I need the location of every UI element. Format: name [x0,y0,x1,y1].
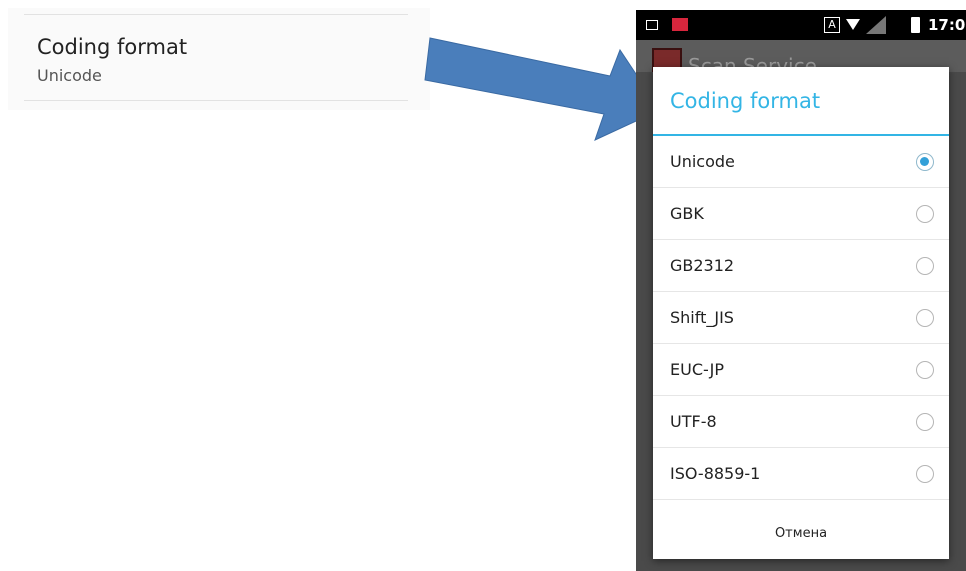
phone-screen: A 17:07 Scan Service Coding format Unico… [636,10,966,571]
status-bar: A 17:07 [636,10,966,40]
arrow-shape [424,37,661,141]
status-time: 17:07 [928,16,966,34]
arrow-right-icon [424,37,661,141]
option-utf-8[interactable]: UTF-8 [653,396,949,448]
barcode-notification-icon [672,18,688,31]
option-label: Unicode [670,152,735,171]
encoding-options-list: Unicode GBK GB2312 Shift_JIS EUC-JP UTF-… [653,136,949,500]
option-label: GB2312 [670,256,735,275]
option-iso-8859-1[interactable]: ISO-8859-1 [653,448,949,500]
preference-title[interactable]: Coding format [37,35,187,59]
option-gbk[interactable]: GBK [653,188,949,240]
radio-unchecked-icon[interactable] [916,309,934,327]
preference-divider-top [24,14,408,15]
preference-summary: Unicode [37,66,102,85]
signal-icon [866,16,886,34]
option-label: GBK [670,204,704,223]
option-unicode[interactable]: Unicode [653,136,949,188]
radio-unchecked-icon[interactable] [916,465,934,483]
image-notification-icon [646,20,658,30]
option-label: UTF-8 [670,412,717,431]
preference-divider-bottom [24,100,408,101]
radio-unchecked-icon[interactable] [916,257,934,275]
dialog-title: Coding format [670,89,821,113]
option-gb2312[interactable]: GB2312 [653,240,949,292]
option-label: ISO-8859-1 [670,464,761,483]
wifi-icon [846,19,860,30]
option-label: EUC-JP [670,360,725,379]
radio-checked-icon[interactable] [916,153,934,171]
radio-unchecked-icon[interactable] [916,205,934,223]
battery-icon [911,17,920,33]
option-shift-jis[interactable]: Shift_JIS [653,292,949,344]
option-label: Shift_JIS [670,308,734,327]
settings-preference-crop: Coding format Unicode [8,8,430,110]
option-euc-jp[interactable]: EUC-JP [653,344,949,396]
cancel-button[interactable]: Отмена [653,507,949,559]
coding-format-dialog: Coding format Unicode GBK GB2312 Shift_J… [653,67,949,559]
radio-unchecked-icon[interactable] [916,413,934,431]
option-divider [653,499,949,500]
keyboard-a-icon: A [824,17,840,33]
radio-unchecked-icon[interactable] [916,361,934,379]
